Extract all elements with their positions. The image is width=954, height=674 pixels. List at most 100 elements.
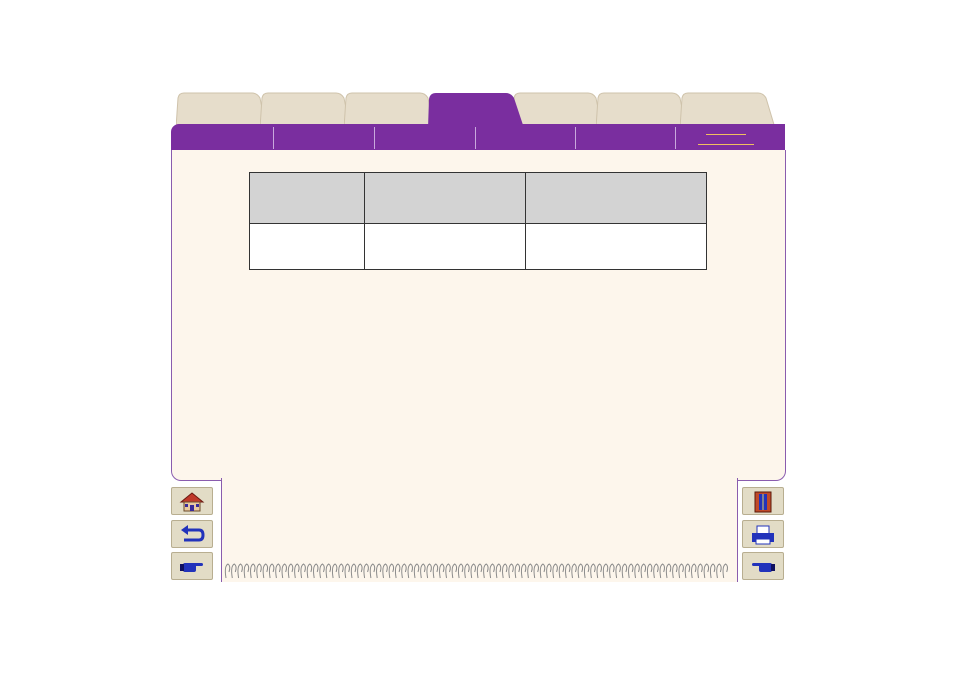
- back-arrow-icon: [181, 525, 205, 542]
- spiral-coil: [331, 563, 338, 579]
- spiral-coil: [653, 563, 659, 579]
- spiral-coil: [571, 563, 577, 579]
- spiral-coil: [394, 563, 401, 579]
- tab-2[interactable]: [260, 92, 350, 128]
- spiral-coil: [596, 563, 602, 579]
- spiral-coil: [237, 563, 243, 579]
- spiral-coil: [565, 563, 571, 579]
- tab-3[interactable]: [344, 92, 434, 128]
- table-row: [249, 223, 707, 270]
- spiral-coil: [508, 563, 514, 579]
- manual-page: [0, 0, 954, 674]
- spiral-coil: [376, 563, 382, 579]
- nav-segment-4[interactable]: [476, 126, 575, 150]
- book-icon: [754, 491, 772, 513]
- spiral-coil: [520, 563, 527, 579]
- spiral-coil: [577, 563, 584, 579]
- spiral-coil: [691, 563, 697, 579]
- spiral-coil: [590, 563, 596, 579]
- spiral-coil: [268, 563, 275, 579]
- spiral-coil: [256, 563, 262, 579]
- home-icon: [179, 492, 205, 512]
- spiral-coil: [275, 563, 281, 579]
- spiral-coil: [533, 563, 539, 579]
- spiral-coil: [558, 563, 565, 579]
- printer-icon: [752, 525, 774, 545]
- spiral-coil: [224, 563, 231, 579]
- pointing-hand-left-icon: [752, 563, 775, 572]
- tab-1[interactable]: [176, 92, 266, 128]
- spiral-coil: [703, 563, 710, 579]
- next-page-button[interactable]: [171, 552, 213, 580]
- nav-segment-1[interactable]: [171, 126, 273, 150]
- current-marker-line: [698, 144, 754, 145]
- nav-segment-5[interactable]: [576, 126, 675, 150]
- contents-button[interactable]: [742, 487, 784, 515]
- spiral-coil: [451, 563, 458, 579]
- spiral-coil: [294, 563, 300, 579]
- tab-4-active[interactable]: [428, 92, 524, 128]
- spiral-coil: [262, 563, 269, 579]
- spiral-coil: [527, 563, 533, 579]
- spiral-coil: [325, 563, 332, 579]
- spiral-coil: [338, 563, 344, 579]
- tab-7[interactable]: [680, 92, 775, 128]
- table-header-row: [249, 172, 707, 224]
- table-cell: [525, 223, 707, 270]
- home-button[interactable]: [171, 487, 213, 515]
- nav-segment-2[interactable]: [274, 126, 374, 150]
- spiral-coil: [672, 563, 678, 579]
- spiral-coil: [231, 563, 237, 579]
- spiral-coil: [281, 563, 287, 579]
- spiral-coil: [602, 563, 609, 579]
- spiral-coil: [432, 563, 439, 579]
- data-table: [249, 172, 707, 270]
- spiral-coil: [483, 563, 489, 579]
- table-header-cell: [364, 172, 526, 224]
- table-cell: [249, 223, 365, 270]
- spiral-coil: [552, 563, 558, 579]
- spiral-coil: [457, 563, 464, 579]
- spiral-coil: [413, 563, 420, 579]
- spiral-coil: [470, 563, 476, 579]
- print-button[interactable]: [742, 520, 784, 548]
- spiral-coil: [313, 563, 319, 579]
- table-header-cell: [525, 172, 707, 224]
- spiral-coil: [665, 563, 672, 579]
- spiral-coil: [287, 563, 294, 579]
- spiral-coil: [382, 563, 388, 579]
- spiral-coil: [369, 563, 376, 579]
- spiral-coil: [243, 563, 250, 579]
- spiral-coil: [514, 563, 521, 579]
- spiral-coil: [445, 563, 451, 579]
- spiral-coil: [684, 563, 691, 579]
- spiral-binding: [224, 563, 728, 579]
- spiral-coil: [426, 563, 432, 579]
- spiral-coil: [300, 563, 306, 579]
- current-marker-line: [706, 134, 746, 135]
- tab-5[interactable]: [512, 92, 602, 128]
- nav-segment-6-current[interactable]: [676, 126, 785, 150]
- spiral-coil: [464, 563, 470, 579]
- spiral-coil: [363, 563, 369, 579]
- nav-segment-3[interactable]: [375, 126, 475, 150]
- tab-6[interactable]: [596, 92, 686, 128]
- spiral-coil: [539, 563, 546, 579]
- spiral-coil: [621, 563, 628, 579]
- spiral-coil: [407, 563, 413, 579]
- spiral-coil: [697, 563, 703, 579]
- spiral-coil: [678, 563, 684, 579]
- spiral-coil: [546, 563, 552, 579]
- table-header-cell: [249, 172, 365, 224]
- back-button[interactable]: [171, 520, 213, 548]
- spiral-coil: [489, 563, 495, 579]
- spiral-coil: [476, 563, 483, 579]
- spiral-coil: [502, 563, 508, 579]
- spiral-coil: [716, 563, 722, 579]
- spiral-coil: [646, 563, 653, 579]
- previous-page-button[interactable]: [742, 552, 784, 580]
- spiral-coil: [722, 563, 728, 579]
- spiral-coil: [615, 563, 621, 579]
- spiral-coil: [388, 563, 395, 579]
- spiral-coil: [350, 563, 357, 579]
